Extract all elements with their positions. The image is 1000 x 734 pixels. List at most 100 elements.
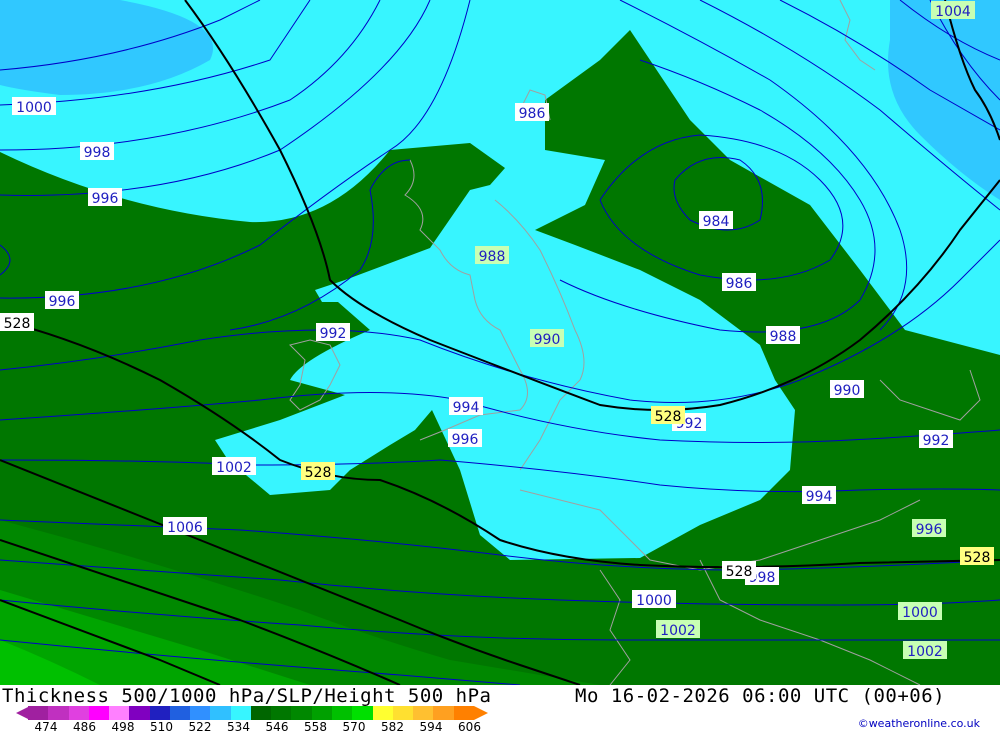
isobar-label: 994 [802,486,836,505]
legend-color-cell [169,706,191,720]
svg-text:1002: 1002 [216,460,252,476]
legend-color-cell [109,706,130,720]
legend-color-cell [210,706,231,720]
legend-color-cell [149,706,170,720]
legend-color-cell [129,706,150,720]
svg-text:984: 984 [703,214,730,230]
map-canvas: 1000 998 996 996 986 988 984 986 992 990… [0,0,1000,685]
isobar-label: 1002 [212,457,256,476]
legend-tick-label: 582 [381,720,404,734]
svg-text:994: 994 [806,489,833,505]
svg-text:990: 990 [534,332,561,348]
isobar-label: 996 [448,429,482,448]
isobar-label: 984 [699,211,733,230]
svg-text:992: 992 [923,433,950,449]
isobar-label: 996 [912,519,946,538]
legend-color-cell [331,706,353,720]
height-label: 528 [722,561,756,580]
svg-text:996: 996 [49,294,76,310]
legend-color-cell [352,706,373,720]
legend-color-cell [190,706,211,720]
legend-tick-label: 510 [150,720,173,734]
height-label: 528 [960,547,994,566]
legend-color-cell [433,706,454,720]
svg-text:996: 996 [916,522,943,538]
svg-text:994: 994 [453,400,480,416]
legend-color-cell [230,706,251,720]
credit-text: ©weatheronline.co.uk [857,717,980,730]
legend-tick-label: 546 [265,720,289,734]
legend-color-cell [291,706,312,720]
svg-text:528: 528 [4,316,31,332]
legend-tick-labels: 474 486 498 510 522 534 546 558 570 582 594 606 [0,720,520,734]
legend-color-cell [392,706,414,720]
svg-text:528: 528 [305,465,332,481]
valid-datetime: Mo 16-02-2026 06:00 UTC (00+06) [575,685,946,707]
height-label: 528 [651,406,685,425]
svg-text:986: 986 [519,106,546,122]
isobar-label: 1002 [656,620,700,639]
isobar-label: 1000 [632,590,676,609]
legend-tick-label: 534 [227,720,250,734]
legend-tick-label: 498 [111,720,135,734]
legend-color-cell [88,706,110,720]
legend-tick-label: 606 [458,720,481,734]
svg-text:1002: 1002 [907,644,943,660]
legend-right-arrow [474,706,488,720]
legend-color-cell [413,706,434,720]
isobar-label: 998 [80,142,114,161]
svg-text:1006: 1006 [167,520,203,536]
isobar-label: 986 [515,103,549,122]
isobar-label: 986 [722,273,756,292]
svg-text:528: 528 [655,409,682,425]
isobar-label: 1004 [931,1,975,20]
svg-text:988: 988 [479,249,506,265]
legend-tick-label: 594 [419,720,443,734]
svg-text:996: 996 [92,191,119,207]
svg-text:528: 528 [726,564,753,580]
svg-text:528: 528 [964,550,991,566]
legend-tick-label: 486 [73,720,96,734]
legend-color-cell [48,706,69,720]
svg-text:992: 992 [320,326,347,342]
legend-tick-label: 474 [34,720,58,734]
weather-map: 1000 998 996 996 986 988 984 986 992 990… [0,0,1000,685]
svg-text:1004: 1004 [935,4,971,20]
svg-text:1000: 1000 [636,593,672,609]
legend-tick-label: 558 [304,720,327,734]
svg-text:998: 998 [84,145,111,161]
svg-text:1000: 1000 [16,100,52,116]
legend-color-cell [372,706,393,720]
legend-tick-label: 522 [188,720,212,734]
svg-text:1002: 1002 [660,623,696,639]
isobar-label: 1002 [903,641,947,660]
svg-text:990: 990 [834,383,861,399]
legend-color-cell [453,706,474,720]
isobar-label: 992 [316,323,350,342]
legend-colorbar [28,706,474,720]
isobar-label: 996 [45,291,79,310]
map-footer: Thickness 500/1000 hPa/SLP/Height 500 hP… [0,685,1000,734]
map-title: Thickness 500/1000 hPa/SLP/Height 500 hP… [2,685,492,707]
legend-color-cell [271,706,292,720]
svg-text:986: 986 [726,276,753,292]
isobar-label: 1000 [898,602,942,621]
isobar-label: 990 [830,380,864,399]
svg-text:988: 988 [770,329,797,345]
isobar-label: 994 [449,397,483,416]
isobar-label: 1006 [163,517,207,536]
legend-color-cell [68,706,89,720]
height-label: 528 [0,313,34,332]
isobar-label: 1000 [12,97,56,116]
legend-color-cell [311,706,332,720]
legend-color-cell [28,706,49,720]
isobar-label: 996 [88,188,122,207]
legend-color-cell [250,706,272,720]
svg-text:996: 996 [452,432,479,448]
isobar-label: 988 [766,326,800,345]
svg-text:1000: 1000 [902,605,938,621]
height-label: 528 [301,462,335,481]
isobar-label: 988 [475,246,509,265]
legend-tick-label: 570 [342,720,366,734]
isobar-label: 992 [919,430,953,449]
